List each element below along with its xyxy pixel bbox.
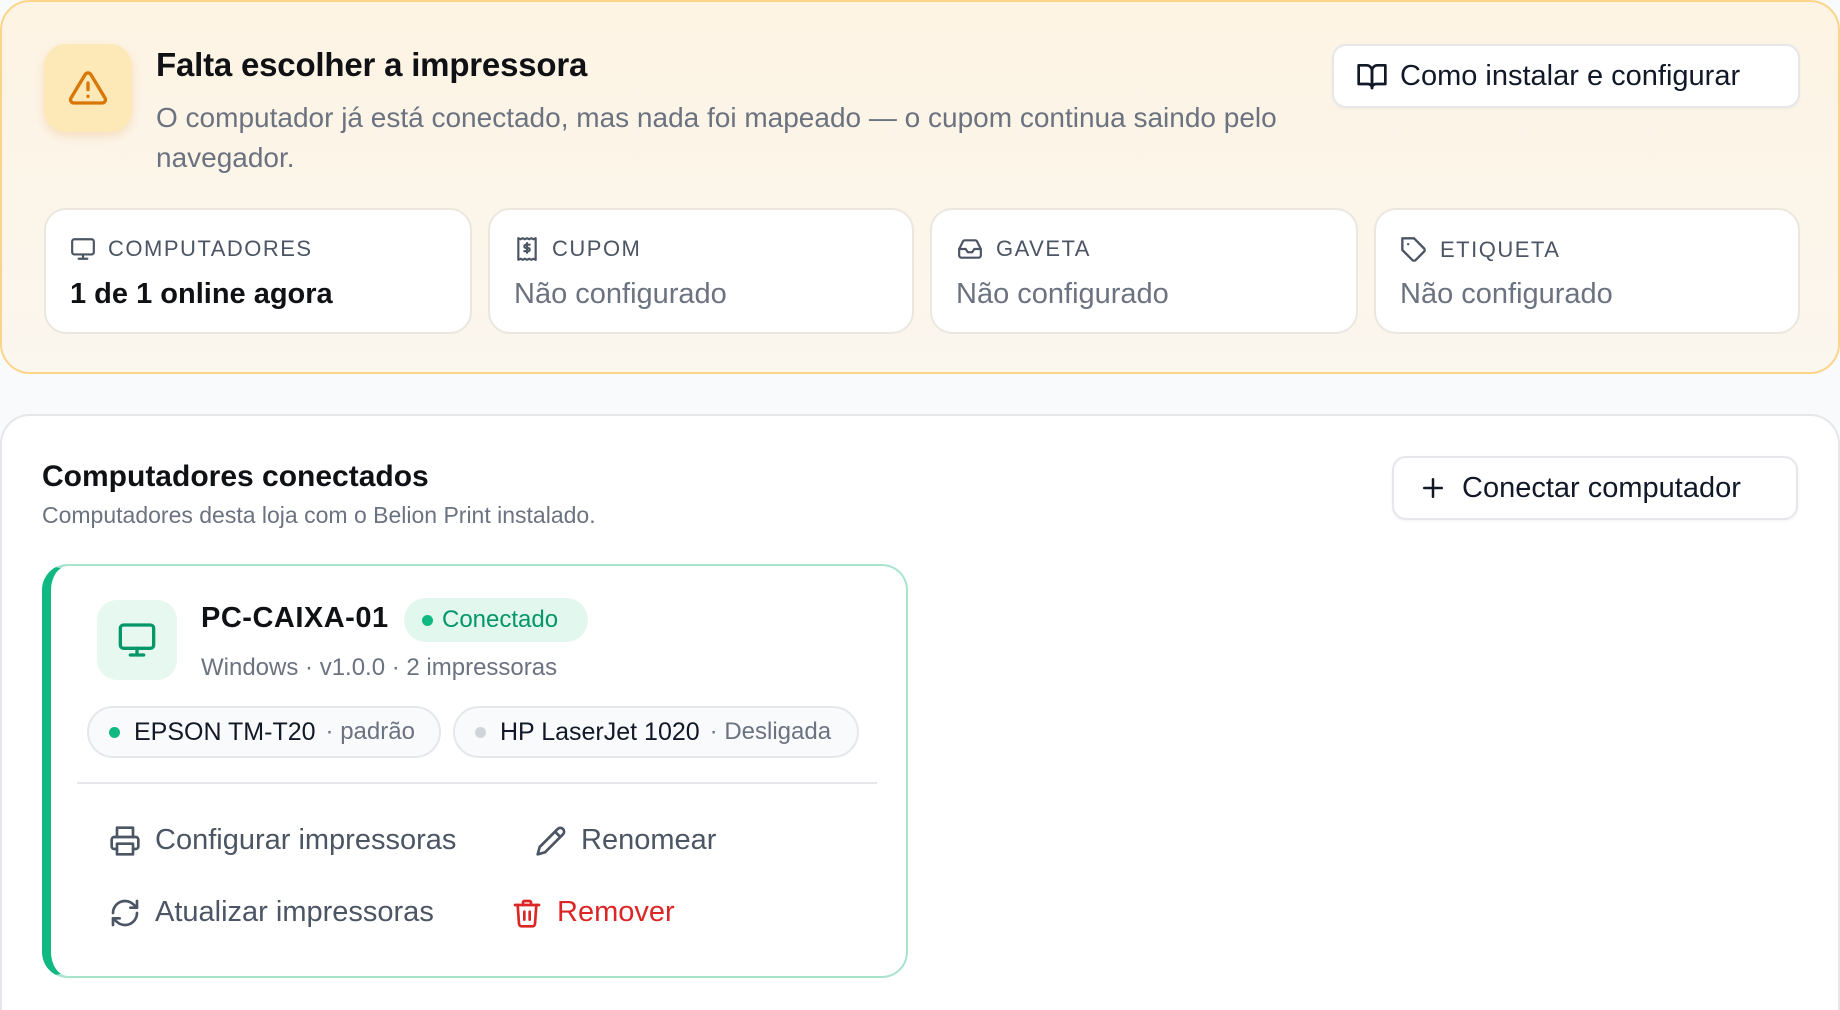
pencil-icon	[536, 826, 566, 856]
printer-chip[interactable]: HP LaserJet 1020 · Desligada	[453, 706, 859, 758]
status-badge: Conectado	[404, 598, 588, 642]
stat-card-label: ETIQUETA Não configurado	[1374, 208, 1800, 334]
status-text: Conectado	[442, 606, 559, 633]
device-icon-box	[97, 600, 177, 680]
refresh-printers-label: Atualizar impressoras	[155, 896, 434, 928]
alert-title: Falta escolher a impressora	[156, 46, 588, 83]
printer-name: HP LaserJet 1020	[500, 717, 700, 746]
alert-description: O computador já está conectado, mas nada…	[156, 102, 1277, 173]
stat-value: Não configurado	[514, 278, 727, 310]
printer-note: · Desligada	[709, 718, 832, 745]
stat-value: Não configurado	[1400, 278, 1613, 310]
monitor-icon	[71, 238, 95, 260]
divider	[77, 782, 877, 784]
stat-label: GAVETA	[996, 236, 1091, 261]
printer-status-dot	[109, 726, 120, 738]
refresh-printers-button[interactable]: Atualizar impressoras	[109, 896, 434, 929]
stat-card-receipt: CUPOM Não configurado	[488, 208, 914, 334]
remove-button[interactable]: Remover	[511, 896, 675, 929]
alert-icon-box	[44, 44, 132, 132]
stat-label: COMPUTADORES	[108, 236, 313, 261]
tag-icon	[1401, 237, 1426, 262]
plus-icon	[1423, 478, 1443, 498]
stat-label: CUPOM	[552, 236, 642, 261]
stat-card-drawer: GAVETA Não configurado	[930, 208, 1358, 334]
rename-button[interactable]: Renomear	[535, 824, 716, 857]
section-subtitle: Computadores desta loja com o Belion Pri…	[42, 502, 596, 528]
connect-computer-button[interactable]: Conectar computador	[1392, 456, 1798, 520]
printer-icon	[110, 825, 140, 856]
alert-triangle-icon	[68, 71, 108, 105]
rename-label: Renomear	[581, 824, 717, 856]
configure-printers-label: Configurar impressoras	[155, 824, 457, 856]
configure-printers-button[interactable]: Configurar impressoras	[109, 824, 456, 857]
drawer-icon	[958, 239, 982, 259]
printer-alert-panel: Falta escolher a impressora O computador…	[0, 0, 1840, 374]
device-name: PC-CAIXA-01	[201, 602, 389, 634]
book-open-icon	[1357, 63, 1387, 90]
stat-value: Não configurado	[956, 278, 1169, 310]
monitor-icon	[118, 623, 156, 657]
status-dot	[422, 614, 433, 626]
printer-note: · padrão	[325, 718, 415, 745]
device-meta: Windows · v1.0.0 · 2 impressoras	[201, 654, 558, 681]
section-title: Computadores conectados	[42, 460, 429, 493]
refresh-icon	[111, 899, 139, 926]
install-guide-button[interactable]: Como instalar e configurar	[1332, 44, 1800, 108]
trash-icon	[513, 899, 541, 928]
connect-computer-label: Conectar computador	[1462, 471, 1741, 504]
device-card: PC-CAIXA-01 Conectado Windows · v1.0.0 ·…	[42, 564, 908, 978]
receipt-icon	[517, 237, 537, 261]
printer-status-dot	[475, 726, 486, 738]
printer-chip[interactable]: EPSON TM-T20 · padrão	[87, 706, 441, 758]
remove-label: Remover	[557, 896, 675, 928]
stat-value: 1 de 1 online agora	[70, 278, 333, 310]
stat-card-computers: COMPUTADORES 1 de 1 online agora	[44, 208, 472, 334]
install-guide-label: Como instalar e configurar	[1400, 59, 1741, 92]
stat-label: ETIQUETA	[1440, 237, 1561, 262]
printer-name: EPSON TM-T20	[134, 717, 316, 746]
